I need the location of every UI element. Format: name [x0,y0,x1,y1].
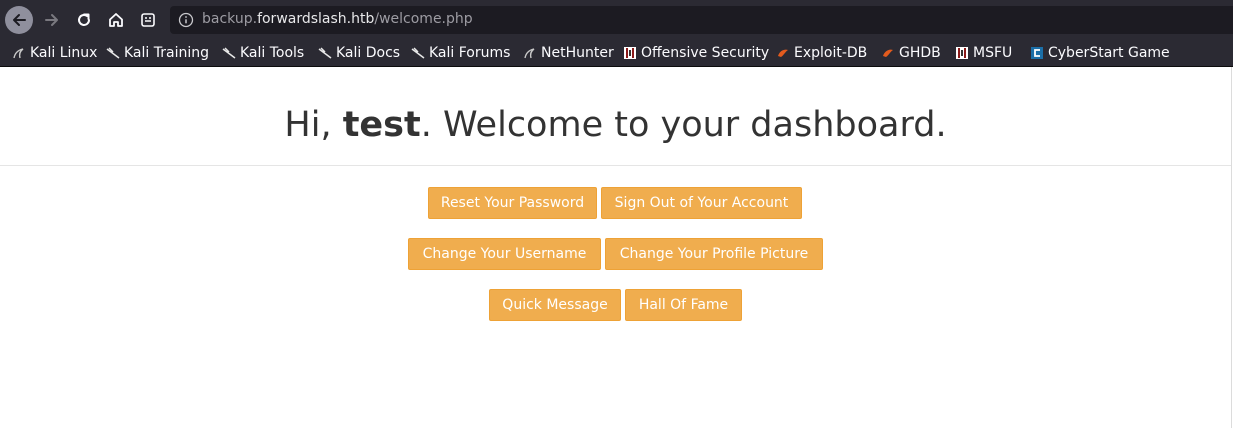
bookmark-ghdb[interactable]: GHDB [881,44,941,62]
offsec-icon [955,46,969,60]
bookmark-kali-linux[interactable]: Kali Linux [12,44,97,62]
info-icon[interactable] [178,12,194,32]
url-text[interactable]: backup.forwardslash.htb/welcome.php [202,11,473,27]
kali-dragon-icon [106,46,120,60]
bookmark-label: Kali Linux [30,45,98,61]
back-button[interactable] [5,6,33,34]
bookmark-label: Kali Docs [336,45,401,61]
url-host: forwardslash.htb [257,11,375,27]
home-icon [109,13,123,27]
back-icon [13,14,26,26]
nethunter-icon [523,46,537,60]
kali-dragon-icon [411,46,425,60]
bookmark-cyberstart-game[interactable]: CyberStart Game [1030,44,1170,62]
kali-dragon-icon [318,46,332,60]
reader-icon [141,13,155,27]
browser-toolbar: backup.forwardslash.htb/welcome.php [0,0,1233,40]
sign-out-button[interactable]: Sign Out of Your Account [601,187,802,219]
divider [0,165,1231,166]
bookmark-label: Kali Training [124,45,209,61]
bookmark-label: Kali Tools [240,45,305,61]
forward-icon [45,14,58,26]
bookmark-label: CyberStart Game [1048,45,1170,61]
forward-button[interactable] [38,6,66,34]
url-bar[interactable]: backup.forwardslash.htb/welcome.php [170,6,1233,34]
bookmark-offensive-security[interactable]: Offensive Security [623,44,769,62]
offsec-icon [623,46,637,60]
reload-icon [78,13,90,26]
exploitdb-icon [776,46,790,60]
hall-of-fame-button[interactable]: Hall Of Fame [625,289,742,321]
page-edge [1231,67,1232,428]
bookmark-kali-forums[interactable]: Kali Forums [411,44,510,62]
username-text: test [342,105,421,145]
greeting-text: Hi, [284,105,343,145]
ghdb-icon [881,46,895,60]
bookmark-label: Exploit-DB [794,45,868,61]
bookmarks-bar: Kali Linux Kali Training Kali Tools Kali… [0,40,1233,67]
page-title: Hi, test. Welcome to your dashboard. [0,105,1231,145]
reload-button[interactable] [70,6,98,34]
bookmark-msfu[interactable]: MSFU [955,44,1012,62]
bookmark-kali-tools[interactable]: Kali Tools [222,44,304,62]
bookmark-nethunter[interactable]: NetHunter [523,44,614,62]
reset-password-button[interactable]: Reset Your Password [428,187,597,219]
url-prefix: backup. [202,11,258,27]
bookmark-label: Offensive Security [641,45,770,61]
change-profile-picture-button[interactable]: Change Your Profile Picture [605,238,823,270]
change-username-button[interactable]: Change Your Username [408,238,601,270]
reader-view-button[interactable] [134,6,162,34]
url-path: /welcome.php [374,11,473,27]
quick-message-button[interactable]: Quick Message [489,289,621,321]
bookmark-kali-training[interactable]: Kali Training [106,44,209,62]
bookmark-label: Kali Forums [429,45,511,61]
bookmark-label: NetHunter [541,45,614,61]
bookmark-label: GHDB [899,45,941,61]
kali-dragon-icon [12,46,26,60]
welcome-text: . Welcome to your dashboard. [420,105,947,145]
bookmark-kali-docs[interactable]: Kali Docs [318,44,400,62]
home-button[interactable] [102,6,130,34]
bookmark-exploit-db[interactable]: Exploit-DB [776,44,867,62]
kali-dragon-icon [222,46,236,60]
bookmark-label: MSFU [973,45,1013,61]
page-content: Hi, test. Welcome to your dashboard. Res… [0,67,1233,428]
cyberstart-icon [1030,46,1044,60]
